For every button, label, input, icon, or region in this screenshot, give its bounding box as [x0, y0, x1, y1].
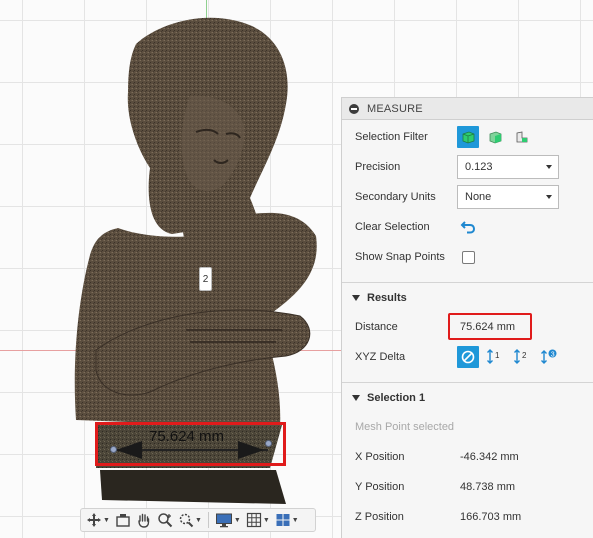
grid-icon — [246, 512, 261, 528]
results-title: Results — [367, 291, 407, 304]
look-at-button[interactable] — [113, 510, 133, 530]
y-position-label: Y Position — [355, 481, 405, 493]
xyz-delta-label: XYZ Delta — [355, 351, 406, 363]
z-delta-icon: 3 — [541, 349, 557, 364]
collapse-panel-button[interactable] — [349, 103, 359, 114]
delta-y-button[interactable]: 2 — [511, 346, 533, 368]
pan-button[interactable] — [134, 510, 154, 530]
display-settings-button[interactable]: ▼ — [213, 510, 243, 530]
body-filter-button[interactable] — [457, 126, 479, 148]
precision-row: Precision 0.123 — [342, 152, 593, 182]
precision-label: Precision — [355, 161, 401, 173]
panel-header: MEASURE — [342, 98, 593, 120]
fit-icon — [179, 513, 194, 528]
y-position-value: 48.738 mm — [460, 481, 516, 493]
clear-selection-label: Clear Selection — [355, 221, 430, 233]
x-position-label: X Position — [355, 451, 405, 463]
precision-select[interactable]: 0.123 — [457, 155, 559, 179]
clear-selection-row: Clear Selection — [342, 212, 593, 242]
x-delta-icon: 1 — [487, 349, 500, 364]
grid-settings-button[interactable]: ▼ — [244, 510, 272, 530]
z-position-row: Z Position 166.703 mm — [342, 502, 593, 532]
distance-highlight — [448, 313, 532, 340]
panel-title: MEASURE — [367, 102, 423, 115]
xyz-delta-row: XYZ Delta 1 2 3 — [342, 342, 593, 372]
orbit-icon — [87, 513, 101, 527]
delta-none-button[interactable] — [457, 346, 479, 368]
delta-z-button[interactable]: 3 — [538, 346, 560, 368]
y-position-row: Y Position 48.738 mm — [342, 472, 593, 502]
z-position-label: Z Position — [355, 511, 404, 523]
precision-value: 0.123 — [465, 161, 493, 173]
zoom-icon — [158, 513, 173, 528]
edge-filter-icon — [516, 131, 528, 143]
secondary-units-value: None — [465, 191, 492, 203]
selection1-status: Mesh Point selected — [355, 421, 455, 433]
selection1-section-header[interactable]: Selection 1 — [342, 382, 593, 412]
dimension-arrow-right — [238, 441, 264, 459]
toolbar-separator — [207, 512, 209, 528]
face-filter-icon — [489, 131, 502, 144]
face-filter-button[interactable] — [484, 126, 506, 148]
results-section-header[interactable]: Results — [342, 282, 593, 312]
svg-text:1: 1 — [495, 351, 500, 360]
z-position-value: 166.703 mm — [460, 511, 522, 523]
show-snap-points-row: Show Snap Points — [342, 242, 593, 272]
navigation-toolbar: ▼ ▼ ▼ ▼ ▼ — [80, 508, 316, 532]
viewports-icon — [276, 514, 290, 526]
secondary-units-label: Secondary Units — [355, 191, 436, 203]
edge-filter-button[interactable] — [511, 126, 533, 148]
dimension-arrow-left — [116, 441, 142, 459]
selection1-status-row: Mesh Point selected — [342, 412, 593, 442]
look-at-icon — [116, 514, 130, 527]
section-collapse-icon — [352, 395, 360, 401]
none-icon — [461, 350, 475, 364]
dimension-label: 75.624 mm — [149, 428, 225, 445]
display-settings-icon — [215, 513, 232, 528]
point-marker-2[interactable]: 2 — [199, 267, 212, 291]
chevron-down-icon — [546, 165, 552, 169]
zoom-button[interactable] — [155, 510, 175, 530]
measure-panel: MEASURE Selection Filter Precision 0.123… — [341, 97, 593, 538]
pan-icon — [138, 513, 150, 528]
selection-filter-row: Selection Filter — [342, 122, 593, 152]
viewports-button[interactable]: ▼ — [273, 510, 301, 530]
measure-point-1[interactable] — [110, 446, 117, 453]
undo-arrow-icon — [460, 221, 476, 234]
x-position-value: -46.342 mm — [460, 451, 519, 463]
chevron-down-icon — [546, 195, 552, 199]
svg-text:2: 2 — [522, 351, 527, 360]
selection-filter-label: Selection Filter — [355, 131, 428, 143]
body-filter-icon — [462, 131, 475, 144]
clear-selection-button[interactable] — [457, 216, 479, 238]
orbit-button[interactable]: ▼ — [84, 510, 112, 530]
secondary-units-row: Secondary Units None — [342, 182, 593, 212]
fit-button[interactable]: ▼ — [176, 510, 204, 530]
x-position-row: X Position -46.342 mm — [342, 442, 593, 472]
show-snap-points-label: Show Snap Points — [355, 251, 445, 263]
svg-text:3: 3 — [551, 351, 555, 358]
measure-point-2[interactable] — [265, 440, 272, 447]
show-snap-points-checkbox[interactable] — [462, 251, 475, 264]
selection1-title: Selection 1 — [367, 391, 426, 404]
delta-x-button[interactable]: 1 — [484, 346, 506, 368]
distance-label: Distance — [355, 321, 398, 333]
secondary-units-select[interactable]: None — [457, 185, 559, 209]
y-delta-icon: 2 — [514, 349, 527, 364]
section-collapse-icon — [352, 295, 360, 301]
